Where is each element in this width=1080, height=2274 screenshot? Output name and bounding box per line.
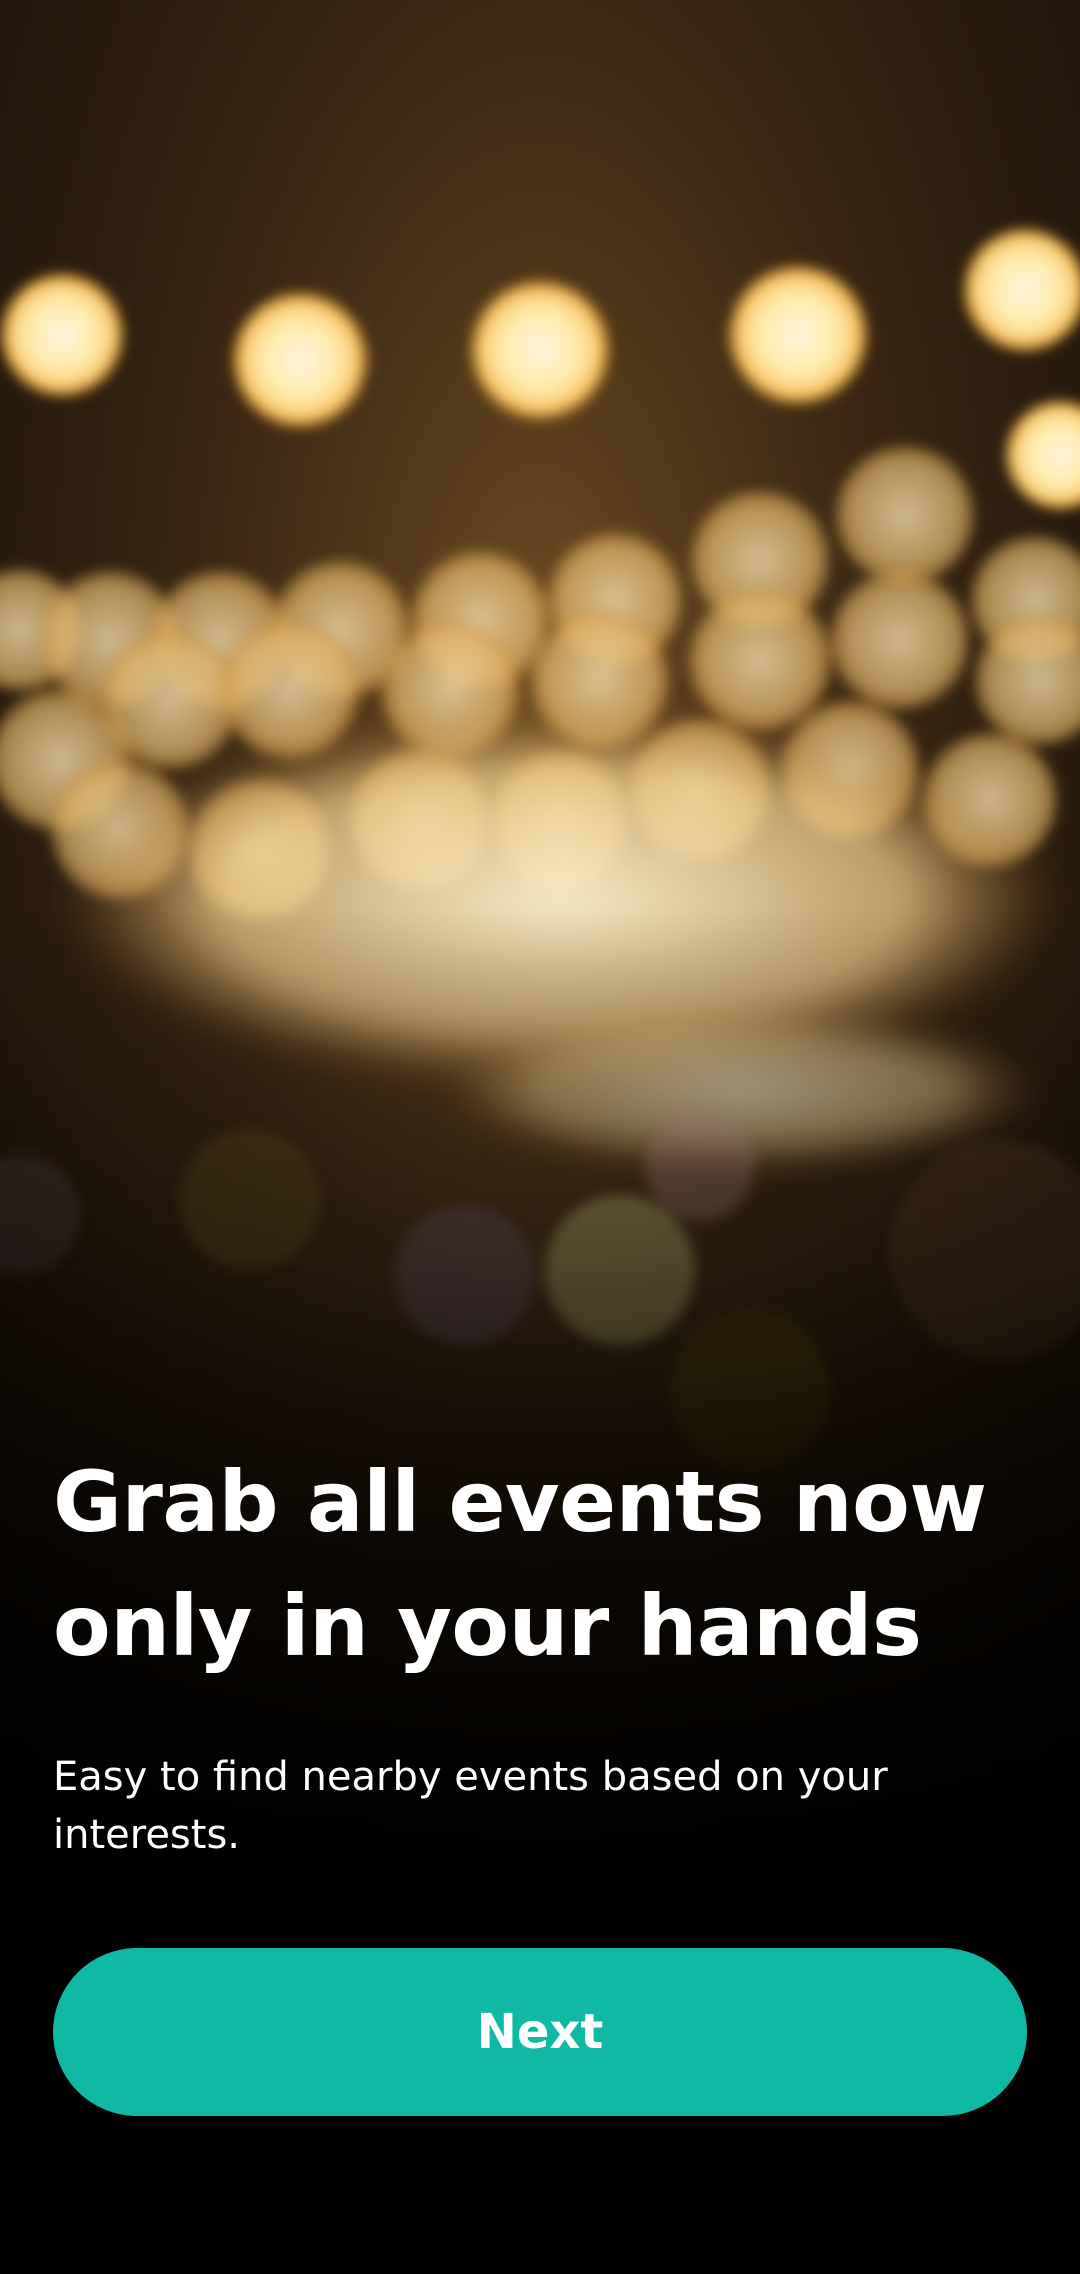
onboarding-subtext: Easy to find nearby events based on your…: [53, 1754, 888, 1858]
onboarding-screen: Grab all events now only in your hands E…: [0, 0, 1080, 2274]
onboarding-text-block: Grab all events now only in your hands E…: [53, 1440, 1027, 1864]
next-button[interactable]: Next: [53, 1948, 1027, 2116]
background-gradient-overlay: [0, 0, 1080, 2274]
onboarding-headline: Grab all events now only in your hands: [53, 1453, 987, 1675]
